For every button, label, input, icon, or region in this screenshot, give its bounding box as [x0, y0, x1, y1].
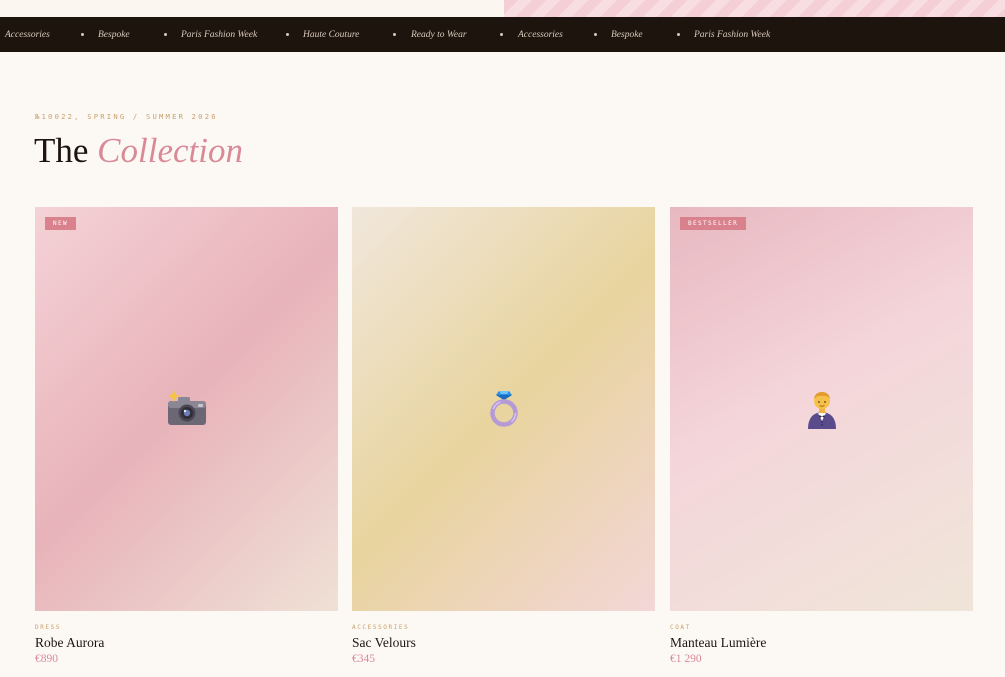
- product-name[interactable]: Sac Velours: [352, 635, 416, 651]
- product-category: COAT: [670, 624, 691, 631]
- marquee-item: Bespoke: [98, 30, 130, 40]
- marquee-item: Bespoke: [611, 30, 643, 40]
- camera-with-flash-icon: [166, 390, 206, 425]
- product-price: €1 290: [670, 653, 702, 665]
- bullet-dot-icon: [81, 33, 84, 36]
- product-card[interactable]: NEW DRESS Robe Aurora €890: [35, 207, 338, 665]
- bullet-dot-icon: [594, 33, 597, 36]
- marquee-item: Paris Fashion Week: [694, 30, 771, 40]
- product-category: DRESS: [35, 624, 62, 631]
- person-in-tuxedo-icon: [807, 392, 836, 429]
- product-image[interactable]: NEW: [35, 207, 338, 611]
- marquee-banner: Accessories Bespoke Paris Fashion Week H…: [0, 17, 1005, 52]
- product-name[interactable]: Manteau Lumière: [670, 635, 766, 651]
- bestseller-badge: BESTSELLER: [680, 217, 747, 230]
- product-image[interactable]: BESTSELLER: [670, 207, 973, 611]
- title-accent: Collection: [97, 131, 243, 170]
- title-plain: The: [34, 131, 89, 170]
- bullet-dot-icon: [286, 33, 289, 36]
- bullet-dot-icon: [500, 33, 503, 36]
- bullet-dot-icon: [164, 33, 167, 36]
- product-price: €345: [352, 653, 375, 665]
- collection-eyebrow: №10022, SPRING / SUMMER 2026: [35, 112, 218, 121]
- product-card[interactable]: ACCESSORIES Sac Velours €345: [352, 207, 655, 665]
- marquee-item: Paris Fashion Week: [181, 30, 258, 40]
- new-badge: NEW: [45, 217, 77, 230]
- marquee-item: Accessories: [5, 30, 50, 40]
- product-price: €890: [35, 653, 58, 665]
- product-image[interactable]: [352, 207, 655, 611]
- marquee-item: Ready to Wear: [411, 30, 467, 40]
- bullet-dot-icon: [393, 33, 396, 36]
- product-name[interactable]: Robe Aurora: [35, 635, 104, 651]
- marquee-item: Haute Couture: [303, 30, 360, 40]
- ring-icon: [489, 391, 518, 427]
- product-card[interactable]: BESTSELLER COAT Manteau Lumière €1 290: [670, 207, 973, 665]
- decorative-stripe-pattern: [504, 0, 1005, 17]
- page-title: The Collection: [34, 128, 243, 174]
- bullet-dot-icon: [677, 33, 680, 36]
- product-category: ACCESSORIES: [352, 624, 410, 631]
- marquee-item: Accessories: [518, 30, 563, 40]
